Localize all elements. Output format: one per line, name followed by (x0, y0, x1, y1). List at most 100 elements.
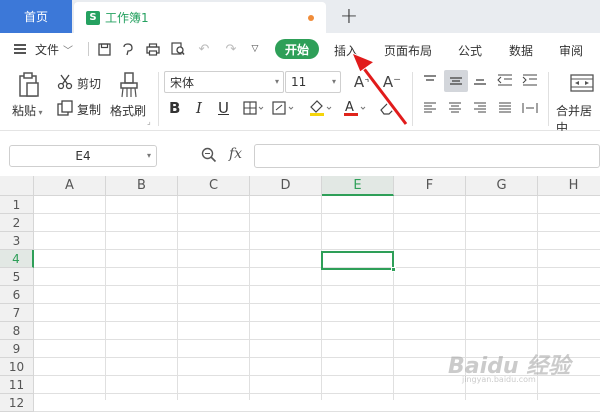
grid-column-line (321, 196, 322, 400)
fx-icon[interactable]: fx (229, 146, 242, 162)
grid-column-line (249, 196, 250, 400)
row-header-10[interactable]: 10 (0, 358, 34, 376)
cell-style-icon[interactable] (272, 100, 296, 116)
row-header-6[interactable]: 6 (0, 286, 34, 304)
copy-button[interactable]: 复制 (77, 101, 101, 118)
tab-data[interactable]: 数据 (509, 42, 533, 59)
font-color-icon[interactable]: A (342, 98, 368, 118)
formula-input[interactable] (254, 144, 600, 168)
hamburger-icon[interactable] (14, 44, 26, 54)
name-box-value: E4 (75, 149, 91, 163)
column-header-a[interactable]: A (34, 176, 106, 196)
tab-insert[interactable]: 插入 (334, 42, 358, 59)
tab-workbook-label: 工作簿1 (105, 11, 149, 25)
column-header-f[interactable]: F (394, 176, 466, 196)
column-header-g[interactable]: G (466, 176, 538, 196)
distribute-icon[interactable] (521, 101, 539, 115)
column-header-h[interactable]: H (538, 176, 600, 196)
divider (88, 42, 89, 56)
column-header-d[interactable]: D (250, 176, 322, 196)
row-header-9[interactable]: 9 (0, 340, 34, 358)
title-bar: 首页 S 工作簿1 + (0, 0, 600, 33)
grid-row-line (34, 267, 600, 268)
grid-row-line (34, 285, 600, 286)
spreadsheet-icon: S (86, 10, 100, 25)
paste-icon[interactable] (17, 72, 41, 98)
save-icon[interactable] (95, 40, 113, 58)
tab-page-layout[interactable]: 页面布局 (384, 42, 432, 59)
tab-start[interactable]: 开始 (275, 39, 319, 59)
grid-row-line (34, 213, 600, 214)
scissors-icon[interactable] (56, 74, 74, 90)
align-bottom-icon[interactable] (472, 73, 488, 87)
chevron-down-icon: ▾ (274, 77, 279, 86)
grid-row-line (34, 321, 600, 322)
increase-font-size-icon[interactable]: A⁺ (352, 72, 374, 92)
grid-row-line (34, 303, 600, 304)
file-menu[interactable]: 文件 ﹀ (35, 41, 73, 58)
row-header-7[interactable]: 7 (0, 304, 34, 322)
grid-column-line (177, 196, 178, 400)
cut-button[interactable]: 剪切 (77, 75, 101, 92)
row-header-12[interactable]: 12 (0, 394, 34, 412)
paste-button[interactable]: 粘贴 ▾ (12, 102, 43, 119)
font-name-select[interactable]: 宋体 ▾ (164, 71, 284, 93)
row-header-1[interactable]: 1 (0, 196, 34, 214)
decrease-font-size-icon[interactable]: A⁻ (381, 72, 403, 92)
select-all-corner[interactable] (0, 176, 34, 196)
chevron-down-icon: ▾ (36, 108, 43, 117)
menu-bar: 文件 ﹀ ↶ ↷ ▽ 开始 插入 页面布局 公式 数据 审阅 (0, 33, 600, 65)
print-icon[interactable] (144, 40, 162, 58)
align-center-icon[interactable] (447, 101, 463, 115)
bold-icon[interactable]: B (169, 99, 180, 117)
font-size-select[interactable]: 11 ▾ (285, 71, 341, 93)
justify-icon[interactable] (497, 101, 513, 115)
new-tab-button[interactable]: + (338, 4, 360, 29)
tab-workbook[interactable]: S 工作簿1 (74, 2, 326, 33)
tab-review[interactable]: 审阅 (559, 42, 583, 59)
format-painter-icon[interactable] (118, 72, 140, 98)
decrease-indent-icon[interactable] (496, 73, 514, 87)
borders-icon[interactable] (243, 100, 265, 116)
copy-icon[interactable] (56, 100, 74, 116)
tab-home[interactable]: 首页 (0, 0, 72, 33)
chevron-down-icon: ▾ (331, 77, 336, 86)
row-header-5[interactable]: 5 (0, 268, 34, 286)
merge-center-icon[interactable] (569, 72, 595, 94)
font-name-value: 宋体 (170, 75, 195, 90)
tab-home-label: 首页 (23, 10, 48, 24)
undo-history-icon[interactable] (118, 40, 136, 58)
fill-handle[interactable] (391, 267, 396, 272)
dialog-launcher-icon[interactable]: ⌟ (147, 117, 151, 126)
row-header-3[interactable]: 3 (0, 232, 34, 250)
column-header-e[interactable]: E (322, 176, 394, 196)
divider (412, 72, 413, 126)
tab-formulas[interactable]: 公式 (458, 42, 482, 59)
align-right-icon[interactable] (472, 101, 488, 115)
fill-color-icon[interactable] (308, 98, 334, 118)
name-box[interactable]: E4 ▾ (9, 145, 157, 167)
row-header-4[interactable]: 4 (0, 250, 34, 268)
underline-icon[interactable]: U (218, 99, 229, 117)
redo-icon[interactable]: ↷ (222, 40, 240, 58)
divider (548, 72, 549, 126)
increase-indent-icon[interactable] (521, 73, 539, 87)
align-left-icon[interactable] (422, 101, 438, 115)
undo-icon[interactable]: ↶ (195, 40, 213, 58)
column-header-b[interactable]: B (106, 176, 178, 196)
column-header-c[interactable]: C (178, 176, 250, 196)
align-middle-icon[interactable] (444, 70, 468, 92)
print-preview-icon[interactable] (169, 40, 187, 58)
format-painter-button[interactable]: 格式刷 (110, 102, 146, 119)
align-top-icon[interactable] (422, 73, 438, 87)
selected-cell[interactable] (321, 251, 394, 270)
customize-quick-access-icon[interactable]: ▽ (246, 40, 264, 58)
eraser-icon[interactable] (377, 99, 399, 117)
grid-row-line (34, 339, 600, 340)
italic-icon[interactable]: I (196, 99, 202, 117)
row-header-8[interactable]: 8 (0, 322, 34, 340)
zoom-icon[interactable] (201, 147, 217, 167)
row-header-11[interactable]: 11 (0, 376, 34, 394)
file-menu-label: 文件 (35, 43, 60, 57)
row-header-2[interactable]: 2 (0, 214, 34, 232)
